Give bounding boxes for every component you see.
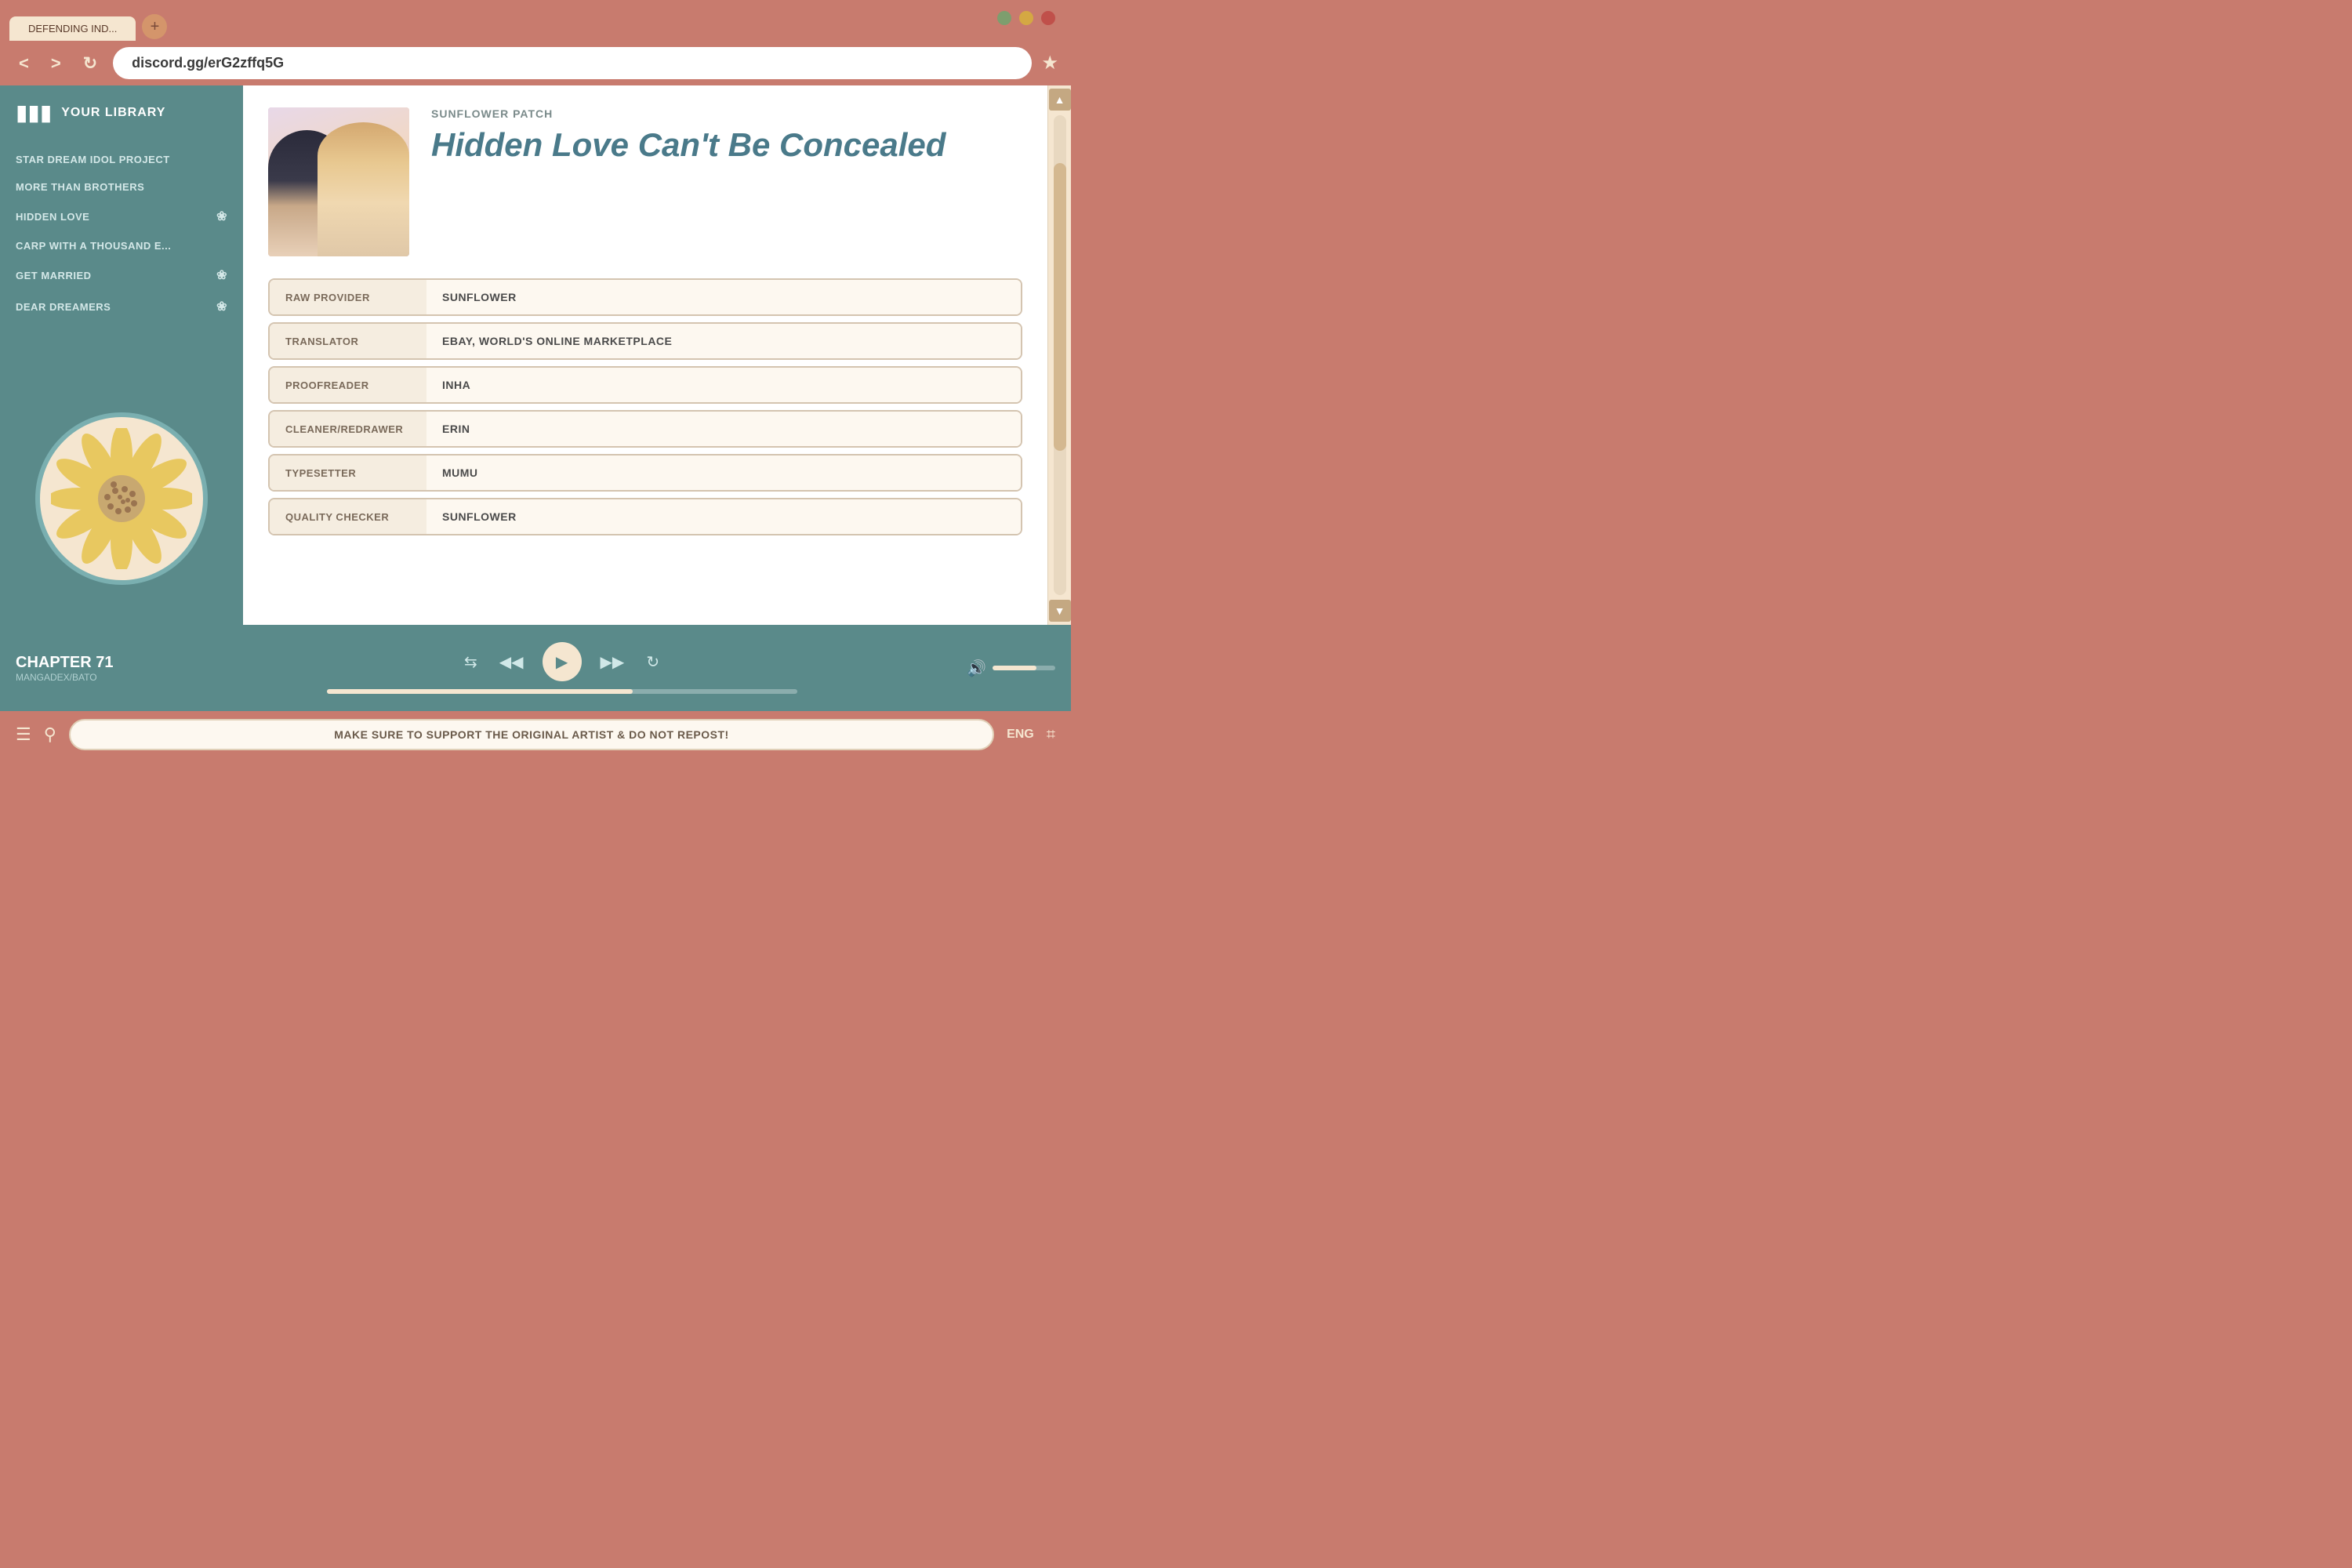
sidebar-list: STAR DREAM IDOL PROJECT MORE THAN BROTHE… — [0, 140, 243, 373]
maximize-button[interactable] — [1019, 11, 1033, 25]
wifi-icon: ⌗ — [1047, 726, 1055, 744]
credit-row-proofreader: PROOFREADER INHA — [268, 366, 1022, 404]
player-chapter: CHAPTER 71 — [16, 654, 157, 672]
credit-value-qc: SUNFLOWER — [426, 499, 1021, 534]
active-tab[interactable]: DEFENDING IND... — [9, 16, 136, 41]
back-button[interactable]: < — [13, 50, 35, 77]
sidebar: ▮▮▮ YOUR LIBRARY STAR DREAM IDOL PROJECT… — [0, 85, 243, 625]
credit-row-typesetter: TYPESETTER MUMU — [268, 454, 1022, 492]
credit-row-translator: TRANSLATOR EBAY, WORLD'S ONLINE MARKETPL… — [268, 322, 1022, 360]
sidebar-item-hidden-love[interactable]: HIDDEN LOVE ❀ — [0, 201, 243, 232]
manga-publisher: SUNFLOWER PATCH — [431, 107, 1022, 120]
minimize-button[interactable] — [997, 11, 1011, 25]
repeat-button[interactable]: ↻ — [643, 649, 662, 675]
credit-label-raw: RAW PROVIDER — [270, 280, 426, 314]
menu-button[interactable]: ☰ — [16, 724, 31, 745]
address-bar-row: < > ↻ ★ — [0, 41, 1071, 85]
credit-label-typesetter: TYPESETTER — [270, 456, 426, 490]
sidebar-header: ▮▮▮ YOUR LIBRARY — [0, 85, 243, 140]
address-input[interactable] — [113, 47, 1032, 79]
credit-label-qc: QUALITY CHECKER — [270, 499, 426, 534]
credits-table: RAW PROVIDER SUNFLOWER TRANSLATOR EBAY, … — [268, 278, 1022, 535]
flower-icon: ❀ — [216, 299, 227, 314]
manga-header: SUNFLOWER PATCH Hidden Love Can't Be Con… — [268, 107, 1022, 256]
play-button[interactable]: ▶ — [543, 642, 582, 681]
scrollbar: ▲ ▼ — [1047, 85, 1071, 625]
bottom-bar: ☰ ⚲ MAKE SURE TO SUPPORT THE ORIGINAL AR… — [0, 711, 1071, 758]
sidebar-item-label: STAR DREAM IDOL PROJECT — [16, 154, 170, 165]
credit-label-cleaner: CLEANER/REDRAWER — [270, 412, 426, 446]
volume-area: 🔊 — [967, 659, 1055, 678]
tab-bar: DEFENDING IND... + — [0, 0, 1071, 41]
manga-title: Hidden Love Can't Be Concealed — [431, 126, 1022, 164]
credit-label-proofreader: PROOFREADER — [270, 368, 426, 402]
search-button[interactable]: ⚲ — [44, 724, 56, 745]
credit-value-cleaner: ERIN — [426, 412, 1021, 446]
browser-chrome: DEFENDING IND... + < > ↻ ★ — [0, 0, 1071, 85]
sidebar-item-dear-dreamers[interactable]: DEAR DREAMERS ❀ — [0, 291, 243, 322]
sidebar-item-get-married[interactable]: GET MARRIED ❀ — [0, 260, 243, 291]
language-button[interactable]: ENG — [1007, 728, 1034, 742]
bookmark-button[interactable]: ★ — [1041, 52, 1058, 74]
close-button[interactable] — [1041, 11, 1055, 25]
player-source: MANGADEX/BATO — [16, 672, 157, 683]
sidebar-item-more-than-brothers[interactable]: MORE THAN BROTHERS — [0, 173, 243, 201]
progress-fill — [327, 689, 633, 694]
volume-bar[interactable] — [993, 666, 1055, 670]
library-icon: ▮▮▮ — [16, 100, 52, 125]
new-tab-button[interactable]: + — [142, 14, 167, 39]
cover-art — [268, 107, 409, 256]
player-controls: ⇆ ◀◀ ▶ ▶▶ ↻ — [169, 642, 954, 694]
next-button[interactable]: ▶▶ — [597, 649, 628, 675]
flower-icon: ❀ — [216, 267, 227, 283]
sunflower-svg — [51, 428, 192, 569]
sidebar-item-star-dream[interactable]: STAR DREAM IDOL PROJECT — [0, 146, 243, 173]
sidebar-title: YOUR LIBRARY — [61, 106, 165, 120]
scroll-down-button[interactable]: ▼ — [1049, 600, 1071, 622]
notice-bar: MAKE SURE TO SUPPORT THE ORIGINAL ARTIST… — [69, 719, 994, 750]
content-area: SUNFLOWER PATCH Hidden Love Can't Be Con… — [243, 85, 1047, 625]
credit-label-translator: TRANSLATOR — [270, 324, 426, 358]
sidebar-item-label: HIDDEN LOVE — [16, 211, 89, 223]
volume-fill — [993, 666, 1036, 670]
credit-value-proofreader: INHA — [426, 368, 1021, 402]
window-controls — [997, 11, 1055, 25]
scroll-up-button[interactable]: ▲ — [1049, 89, 1071, 111]
manga-info: SUNFLOWER PATCH Hidden Love Can't Be Con… — [431, 107, 1022, 256]
sidebar-item-label: CARP WITH A THOUSAND E... — [16, 240, 171, 252]
credit-row-qc: QUALITY CHECKER SUNFLOWER — [268, 498, 1022, 535]
sunflower-emblem — [35, 412, 208, 585]
scroll-thumb — [1054, 163, 1066, 451]
credit-row-cleaner: CLEANER/REDRAWER ERIN — [268, 410, 1022, 448]
credit-value-raw: SUNFLOWER — [426, 280, 1021, 314]
credit-row-raw: RAW PROVIDER SUNFLOWER — [268, 278, 1022, 316]
controls-row: ⇆ ◀◀ ▶ ▶▶ ↻ — [461, 642, 662, 681]
sidebar-item-label: MORE THAN BROTHERS — [16, 181, 144, 193]
shuffle-button[interactable]: ⇆ — [461, 649, 481, 675]
scroll-track[interactable] — [1054, 115, 1066, 595]
main-layout: ▮▮▮ YOUR LIBRARY STAR DREAM IDOL PROJECT… — [0, 85, 1071, 625]
sidebar-item-label: GET MARRIED — [16, 270, 92, 281]
volume-icon: 🔊 — [967, 659, 986, 678]
previous-button[interactable]: ◀◀ — [496, 649, 527, 675]
reload-button[interactable]: ↻ — [77, 50, 103, 77]
sidebar-item-carp[interactable]: CARP WITH A THOUSAND E... — [0, 232, 243, 260]
credit-value-translator: EBAY, WORLD'S ONLINE MARKETPLACE — [426, 324, 1021, 358]
manga-cover — [268, 107, 409, 256]
progress-bar[interactable] — [327, 689, 797, 694]
player-info: CHAPTER 71 MANGADEX/BATO — [16, 654, 157, 683]
sidebar-logo — [0, 373, 243, 626]
credit-value-typesetter: MUMU — [426, 456, 1021, 490]
flower-icon: ❀ — [216, 209, 227, 224]
player-bar: CHAPTER 71 MANGADEX/BATO ⇆ ◀◀ ▶ ▶▶ ↻ 🔊 — [0, 625, 1071, 711]
forward-button[interactable]: > — [45, 50, 67, 77]
sidebar-item-label: DEAR DREAMERS — [16, 301, 111, 313]
